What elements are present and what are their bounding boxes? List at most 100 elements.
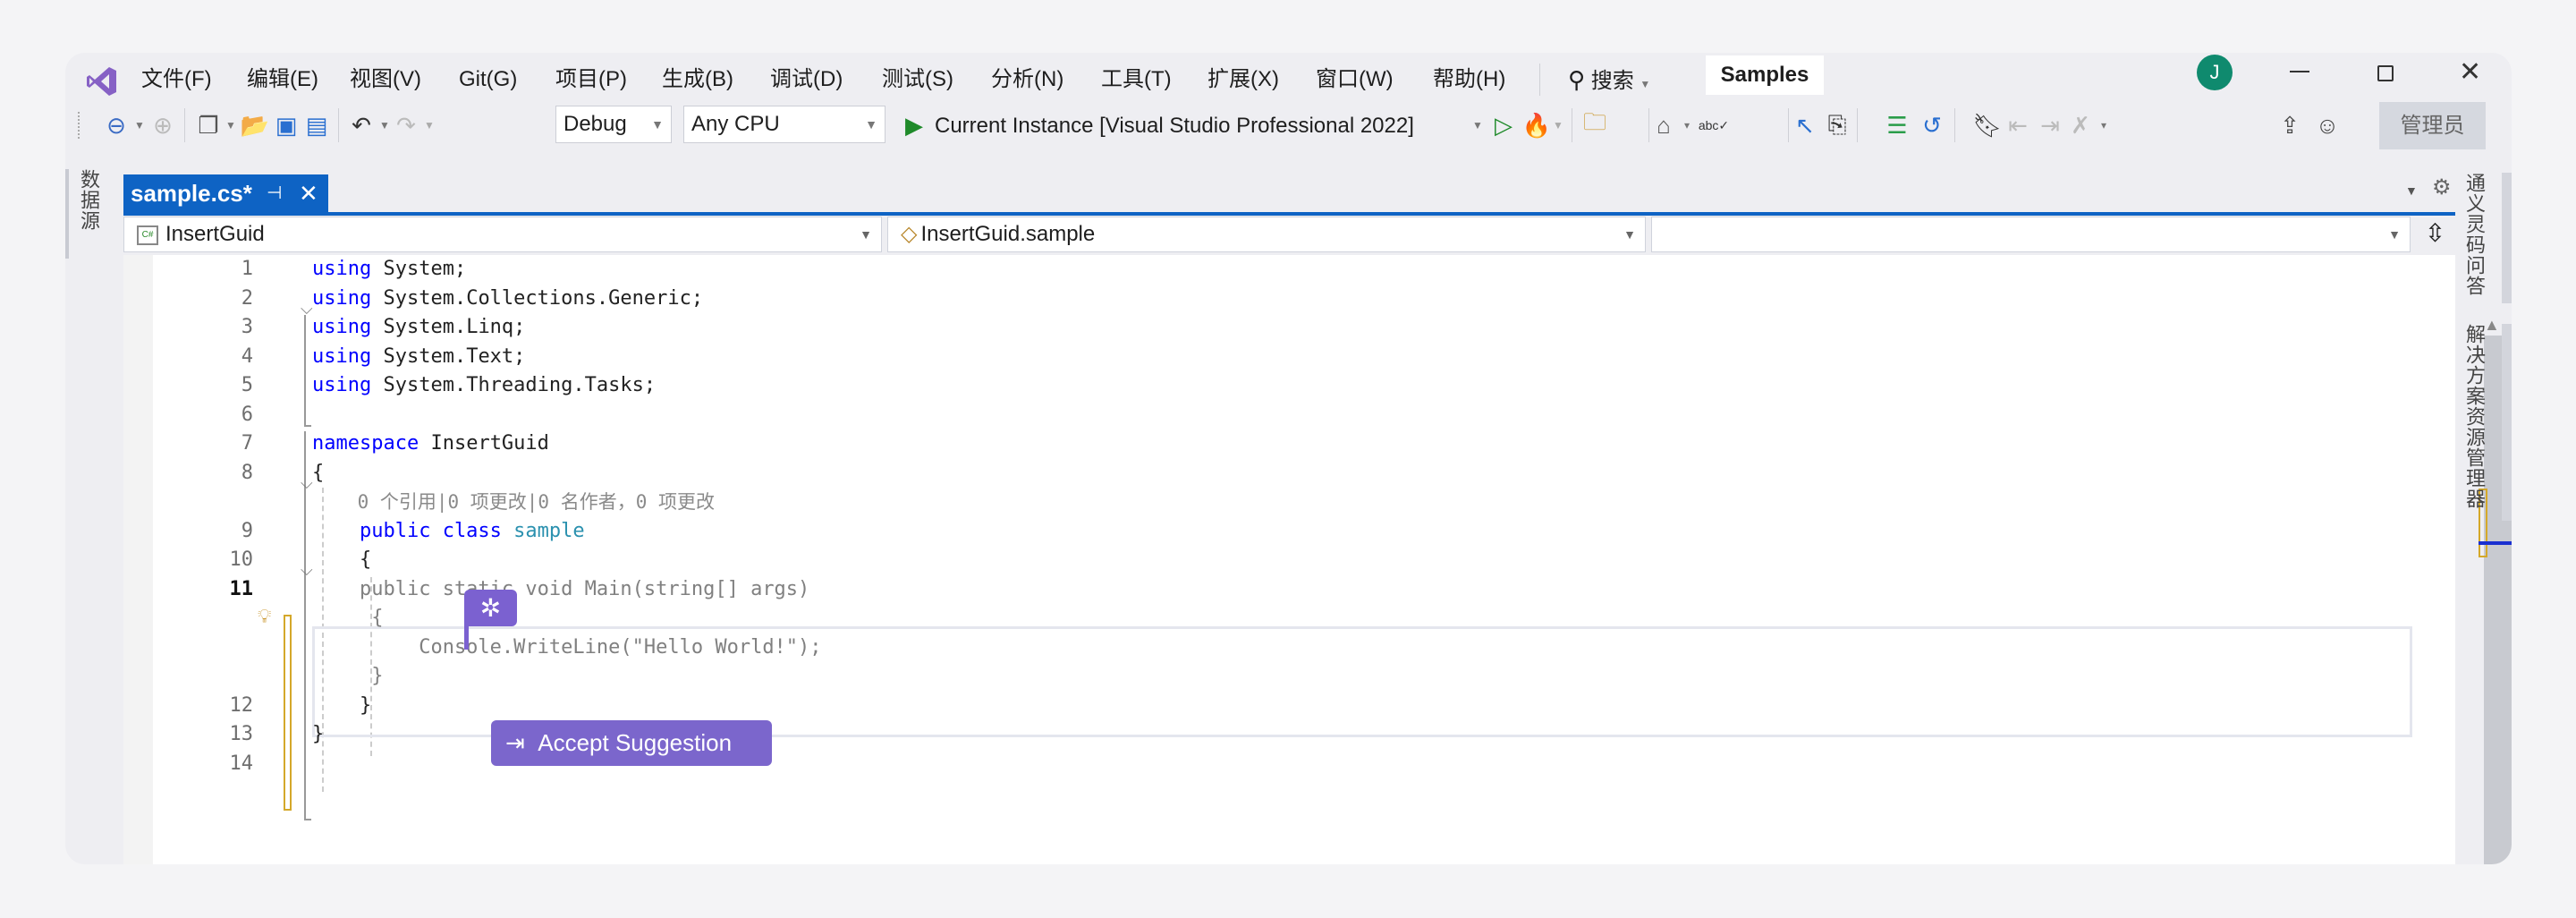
code-line[interactable]: 13} [123,720,2455,750]
redo-button[interactable]: ↷ [393,105,419,146]
save-all-button[interactable]: ▤ [303,105,330,146]
uncomment-lines-icon[interactable]: ↺ [1919,105,1945,146]
fold-collapse-icon[interactable]: ⌵ [301,561,313,580]
menu-item[interactable]: 文件(F) [141,60,212,99]
select-element-icon[interactable]: ↖ [1792,105,1818,146]
save-button[interactable]: ▣ [273,105,300,146]
toggle-pane-icon[interactable]: ⎘ [1824,105,1851,146]
code-text: using System.Text; [312,343,525,372]
code-line[interactable]: 5 using System.Threading.Tasks; [123,371,2455,401]
menu-item[interactable]: 测试(S) [882,60,953,99]
solution-explorer-tab-label: 解决方案资源管理器 [2463,324,2486,509]
platform-dropdown[interactable]: Any CPU ▼ [683,106,886,143]
code-line[interactable]: 9 public class sample [123,517,2455,547]
code-line[interactable]: 10 { [123,546,2455,575]
chevron-down-icon: ▼ [1640,78,1651,90]
fold-collapse-icon[interactable]: ⌵ [301,474,313,493]
pin-icon[interactable]: ⊣ [267,174,282,212]
gear-icon[interactable]: ⚙ [2432,174,2452,200]
code-line[interactable]: Console.WriteLine("Hello World!"); [123,633,2455,663]
chevron-down-icon[interactable]: ▼ [1552,105,1564,146]
comment-lines-icon[interactable]: ☰ [1885,105,1910,146]
accept-suggestion-button[interactable]: ⇥ Accept Suggestion [491,720,772,766]
hot-reload-flame-icon[interactable]: 🔥 [1522,105,1551,146]
close-button[interactable]: ✕ [2459,56,2481,88]
close-tab-icon[interactable]: ✕ [299,174,318,212]
code-editor[interactable]: 1 using System; 2 using System.Collections.… [123,255,2512,864]
find-in-folder-icon[interactable]: 🗀 [1580,105,1609,146]
tab-list-dropdown-icon[interactable]: ▼ [2405,183,2418,198]
start-button[interactable]: ▶ [902,105,926,146]
visual-studio-logo-icon [87,67,116,96]
minimize-button[interactable] [2290,71,2309,72]
menu-item[interactable]: Git(G) [459,60,517,99]
menu-item[interactable]: 扩展(X) [1208,60,1279,99]
solution-explorer-side-tab[interactable]: 解决方案资源管理器 [2460,324,2496,530]
feedback-icon[interactable]: ☺ [2314,105,2341,146]
code-token[interactable]: 0 个引用|0 项更改|0 名作者，0 项更改 [312,491,715,513]
chevron-down-icon[interactable]: ▼ [225,105,237,146]
menu-item[interactable]: 工具(T) [1101,60,1172,99]
type-dropdown[interactable]: ◇ InsertGuid.sample ▼ [887,217,1646,252]
navigate-back-button[interactable]: ⊖ [103,105,130,146]
lightbulb-icon[interactable]: 💡︎ [258,605,271,628]
next-bookmark-icon[interactable]: ⇥ [2038,105,2062,146]
code-line[interactable]: 14 [123,750,2455,779]
chevron-down-icon[interactable]: ▼ [378,105,391,146]
tongyi-qa-side-tab[interactable]: 通义灵码问答 [2460,173,2496,307]
overflow-icon[interactable]: ▾ [2097,105,2110,146]
ghost-suggestion-text: } [312,662,383,692]
open-folder-button[interactable]: 📂 [241,105,269,146]
code-line[interactable]: 2 using System.Collections.Generic; [123,285,2455,314]
start-target-label[interactable]: Current Instance [Visual Studio Professi… [935,108,1414,144]
code-token: System; [371,258,467,280]
line-number: 6 [241,403,253,426]
admin-button[interactable]: 管理员 [2379,102,2486,149]
live-share-icon[interactable]: ⇪ [2276,105,2303,146]
undo-button[interactable]: ↶ [348,105,375,146]
menu-item[interactable]: 帮助(H) [1433,60,1505,99]
search-button[interactable]: ⚲ 搜索 ▼ [1568,60,1650,99]
new-project-button[interactable]: ❐ [195,105,222,146]
code-line[interactable]: 7 namespace InsertGuid [123,429,2455,459]
tongyi-lingma-icon[interactable]: ✲ [464,590,517,626]
configuration-value: Debug [564,112,627,136]
code-line[interactable]: 8{ [123,459,2455,489]
tab-label: sample.cs* [131,180,252,207]
clear-bookmarks-icon[interactable]: ✗ [2069,105,2092,146]
fold-collapse-icon[interactable]: ⌵ [301,300,313,319]
code-line[interactable]: 0 个引用|0 项更改|0 名作者，0 项更改 [123,488,2455,517]
chevron-down-icon[interactable]: ▼ [1471,105,1484,146]
project-dropdown[interactable]: C# InsertGuid ▼ [123,217,882,252]
menu-item[interactable]: 编辑(E) [247,60,318,99]
chevron-down-icon[interactable]: ▼ [423,105,436,146]
member-dropdown[interactable]: ▼ [1651,217,2411,252]
split-window-icon[interactable]: ⇳ [2415,214,2455,253]
code-line[interactable]: 6 [123,401,2455,430]
navigate-forward-button[interactable]: ⊕ [149,105,176,146]
configuration-dropdown[interactable]: Debug ▼ [555,106,672,143]
code-line[interactable]: 4 using System.Text; [123,343,2455,372]
overflow-icon[interactable]: ▾ [1681,105,1693,146]
menu-item[interactable]: 生成(B) [662,60,733,99]
chevron-down-icon[interactable]: ▼ [133,105,146,146]
menu-item[interactable]: 窗口(W) [1316,60,1394,99]
previous-bookmark-icon[interactable]: ⇤ [2006,105,2029,146]
code-line[interactable]: 1 using System; [123,255,2455,285]
avatar[interactable]: J [2197,55,2233,90]
code-line[interactable]: 12 } [123,692,2455,721]
tab-sample-cs[interactable]: sample.cs* ⊣ ✕ [123,174,328,212]
toolbar-grip[interactable] [78,112,81,139]
menu-item[interactable]: 项目(P) [555,60,627,99]
code-line[interactable]: 3 using System.Linq; [123,313,2455,343]
restore-button[interactable] [2377,65,2394,81]
start-without-debugging-button[interactable]: ▷ [1491,105,1516,146]
bookmark-icon[interactable]: 🔖︎ [1973,105,2003,146]
spell-check-icon[interactable]: abc✓ [1699,105,1729,146]
menu-item[interactable]: 调试(D) [770,60,843,99]
menu-item[interactable]: 视图(V) [350,60,421,99]
browser-home-icon[interactable]: ⌂ [1650,105,1677,146]
code-line[interactable]: } [123,662,2455,692]
datasource-side-tab[interactable]: 数据源 [65,169,103,259]
menu-item[interactable]: 分析(N) [991,60,1063,99]
